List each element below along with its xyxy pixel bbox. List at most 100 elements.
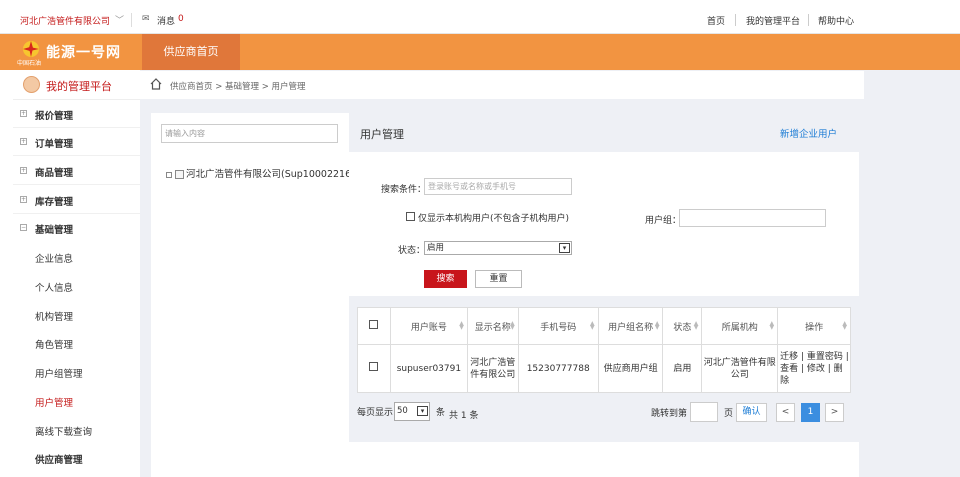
sidebar-item-label: 基础管理 bbox=[35, 225, 74, 236]
sidebar-item-products[interactable]: + 商品管理 bbox=[13, 157, 140, 185]
sort-icon[interactable]: ▲ ▼ bbox=[510, 321, 515, 331]
tree-node-company[interactable]: 河北广浩管件有限公司(Sup1000221665 bbox=[166, 166, 363, 180]
status-select-value: 启用 bbox=[427, 243, 445, 253]
sidebar-subitem-roles[interactable]: 角色管理 bbox=[35, 337, 73, 351]
sidebar-item-label: 订单管理 bbox=[35, 139, 74, 150]
row-select-cell bbox=[357, 344, 391, 393]
goto-label: 跳转到第 bbox=[651, 409, 688, 419]
goto-page-input[interactable] bbox=[690, 402, 718, 422]
sidebar-subitem-org[interactable]: 机构管理 bbox=[35, 309, 73, 323]
column-header-name[interactable]: 显示名称 ▲ ▼ bbox=[466, 307, 519, 345]
column-header-phone[interactable]: 手机号码 ▲ ▼ bbox=[517, 307, 599, 345]
total-count: 共 1 条 bbox=[449, 411, 479, 421]
page-1-button[interactable]: 1 bbox=[801, 403, 820, 422]
cell-actions[interactable]: 迁移 | 重置密码 |查看 | 修改 | 删除 bbox=[777, 344, 851, 393]
column-header-group[interactable]: 用户组名称 ▲ ▼ bbox=[597, 307, 664, 345]
page-suffix: 页 bbox=[724, 409, 734, 419]
search-condition-label: 搜索条件： bbox=[381, 185, 427, 195]
home-icon[interactable] bbox=[150, 78, 162, 90]
breadcrumb-text[interactable]: 供应商首页 > 基础管理 > 用户管理 bbox=[170, 80, 306, 92]
page-title: 用户管理 bbox=[360, 128, 404, 141]
sidebar-item-label: 商品管理 bbox=[35, 168, 74, 179]
mail-icon[interactable]: ✉ bbox=[142, 14, 150, 24]
sidebar-subitem-personal-info[interactable]: 个人信息 bbox=[35, 280, 73, 294]
top-bar: 河北广浩管件有限公司 ﹀ ✉ 消息 0 首页 我的管理平台 帮助中心 bbox=[0, 5, 960, 34]
sort-icon[interactable]: ▲ ▼ bbox=[590, 321, 595, 331]
sidebar-item-orders[interactable]: + 订单管理 bbox=[13, 128, 140, 156]
petrochina-logo-icon bbox=[23, 41, 39, 57]
org-icon bbox=[175, 170, 184, 179]
add-enterprise-user-link[interactable]: 新增企业用户 bbox=[780, 126, 837, 140]
only-self-checkbox[interactable] bbox=[406, 212, 415, 221]
column-header-account[interactable]: 用户账号 ▲ ▼ bbox=[389, 307, 468, 345]
cell-name: 河北广浩管件有限公司 bbox=[466, 344, 519, 393]
cell-account: supuser03791 bbox=[389, 344, 468, 393]
status-label: 状态： bbox=[398, 246, 426, 256]
prev-page-button[interactable]: < bbox=[776, 403, 795, 422]
sidebar-item-label: 库存管理 bbox=[35, 197, 74, 208]
per-page-label: 每页显示 bbox=[357, 408, 394, 418]
select-all-header bbox=[357, 307, 391, 345]
sidebar-item-quotes[interactable]: + 报价管理 bbox=[13, 100, 140, 128]
tree-search-input[interactable]: 请输入内容 bbox=[161, 124, 338, 143]
home-link[interactable]: 首页 bbox=[707, 14, 725, 27]
sort-icon[interactable]: ▲ ▼ bbox=[459, 321, 464, 331]
only-self-label: 仅显示本机构用户(不包含子机构用户) bbox=[418, 214, 570, 224]
sort-icon[interactable]: ▲ ▼ bbox=[655, 321, 660, 331]
sidebar-item-inventory[interactable]: + 库存管理 bbox=[13, 186, 140, 214]
sort-icon[interactable]: ▲ ▼ bbox=[770, 321, 775, 331]
tab-supplier-home[interactable]: 供应商首页 bbox=[142, 34, 240, 70]
chevron-down-icon[interactable]: ﹀ bbox=[115, 13, 124, 26]
sidebar-subitem-user-groups[interactable]: 用户组管理 bbox=[35, 366, 83, 380]
divider bbox=[131, 13, 132, 27]
chevron-down-icon: ▾ bbox=[417, 406, 428, 416]
chevron-down-icon: ▾ bbox=[559, 243, 570, 253]
sidebar-item-supplier[interactable]: 供应商管理 bbox=[35, 452, 83, 466]
column-header-actions: 操作 ▲ ▼ bbox=[777, 307, 851, 345]
per-page-unit: 条 bbox=[436, 408, 446, 418]
sidebar-subitem-users[interactable]: 用户管理 bbox=[35, 395, 73, 409]
my-platform-link[interactable]: 我的管理平台 bbox=[746, 14, 800, 27]
avatar bbox=[23, 76, 40, 93]
company-selector[interactable]: 河北广浩管件有限公司 bbox=[20, 14, 110, 27]
row-checkbox[interactable] bbox=[369, 362, 379, 371]
help-center-link[interactable]: 帮助中心 bbox=[818, 14, 854, 27]
user-group-input[interactable] bbox=[679, 209, 826, 227]
site-logo-text[interactable]: 能源一号网 bbox=[46, 42, 121, 62]
table-header-row: 用户账号 ▲ ▼ 显示名称 ▲ ▼ 手机号码 ▲ ▼ 用户组名称 ▲ ▼ 状态 ▲ ▼ 所属机构 ▲ ▼… bbox=[357, 307, 851, 345]
collapse-icon: − bbox=[20, 224, 27, 231]
sidebar-subitem-company-info[interactable]: 企业信息 bbox=[35, 251, 73, 265]
confirm-goto-button[interactable]: 确认 bbox=[736, 403, 767, 422]
column-header-status[interactable]: 状态 ▲ ▼ bbox=[662, 307, 703, 345]
tree-node-label: 河北广浩管件有限公司(Sup1000221665 bbox=[186, 169, 364, 180]
sidebar-header: 我的管理平台 bbox=[13, 70, 140, 100]
status-select[interactable]: 启用 ▾ bbox=[424, 241, 572, 255]
per-page-value: 50 bbox=[397, 406, 408, 416]
messages-link[interactable]: 消息 bbox=[157, 14, 175, 27]
divider bbox=[808, 14, 809, 26]
expand-icon: + bbox=[20, 167, 27, 174]
search-input[interactable]: 登录账号或名称或手机号 bbox=[424, 178, 572, 195]
search-button[interactable]: 搜索 bbox=[424, 270, 467, 288]
sort-icon[interactable]: ▲ ▼ bbox=[842, 321, 847, 331]
cell-group: 供应商用户组 bbox=[597, 344, 664, 393]
sidebar-item-basic[interactable]: − 基础管理 bbox=[13, 214, 140, 242]
sidebar-subitem-offline-download[interactable]: 离线下载查询 bbox=[35, 424, 92, 438]
sort-icon[interactable]: ▲ ▼ bbox=[694, 321, 699, 331]
sidebar-title[interactable]: 我的管理平台 bbox=[46, 78, 112, 94]
select-all-checkbox[interactable] bbox=[369, 320, 379, 329]
column-header-org[interactable]: 所属机构 ▲ ▼ bbox=[701, 307, 779, 345]
breadcrumb: 供应商首页 > 基础管理 > 用户管理 bbox=[140, 71, 864, 99]
per-page-select[interactable]: 50 ▾ bbox=[394, 402, 430, 421]
message-count-badge: 0 bbox=[178, 14, 184, 24]
expand-icon: + bbox=[20, 110, 27, 117]
divider bbox=[735, 14, 736, 26]
users-table: 用户账号 ▲ ▼ 显示名称 ▲ ▼ 手机号码 ▲ ▼ 用户组名称 ▲ ▼ 状态 ▲ ▼ 所属机构 ▲ ▼… bbox=[357, 307, 851, 393]
reset-button[interactable]: 重置 bbox=[475, 270, 522, 288]
next-page-button[interactable]: > bbox=[825, 403, 844, 422]
cell-org: 河北广浩管件有限公司 bbox=[701, 344, 779, 393]
tree-toggle-icon[interactable] bbox=[166, 171, 172, 178]
expand-icon: + bbox=[20, 196, 27, 203]
logo-subtitle: 中国石油 bbox=[17, 60, 42, 67]
table-row: supuser03791 河北广浩管件有限公司 15230777788 供应商用… bbox=[357, 344, 851, 393]
